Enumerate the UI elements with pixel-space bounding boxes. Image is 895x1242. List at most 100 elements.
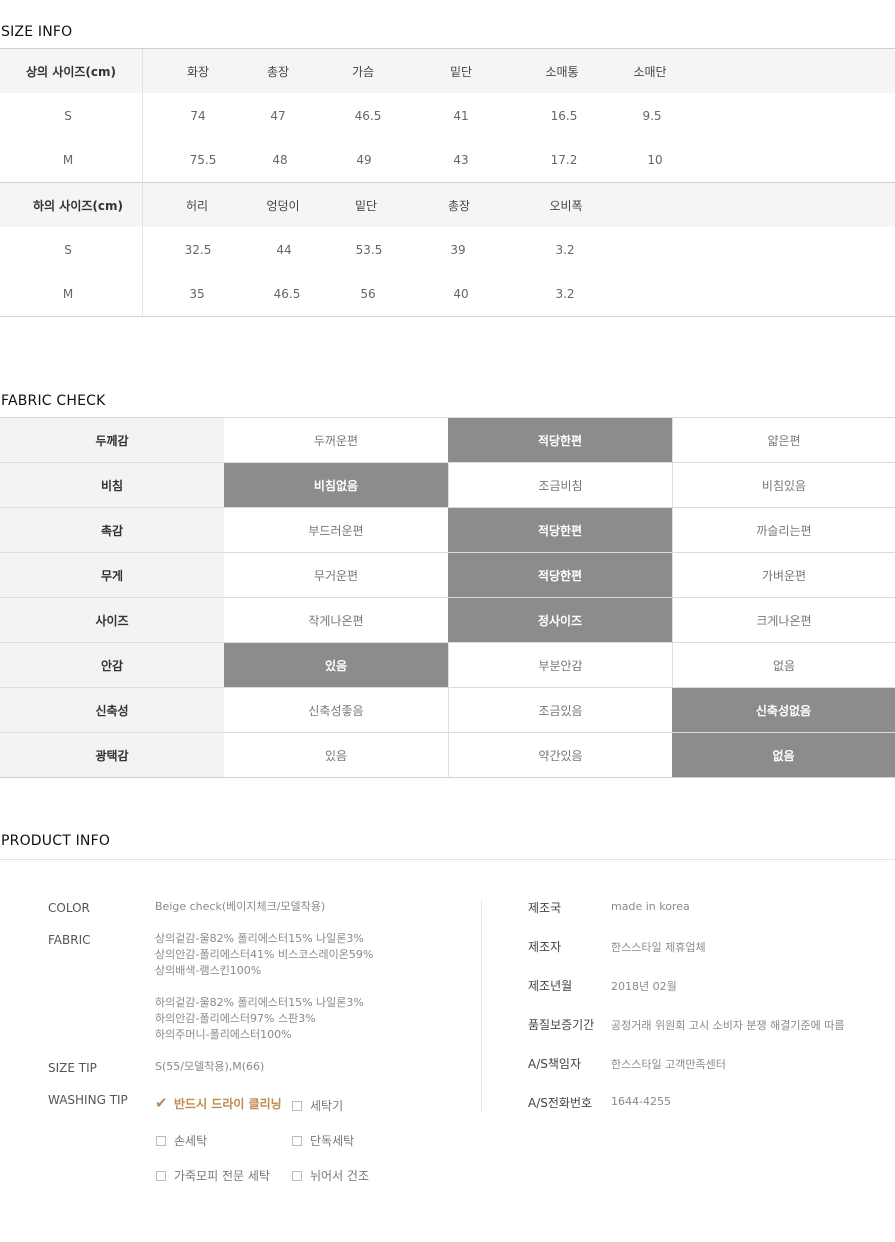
divider	[0, 316, 895, 317]
table-row: S 74 47 46.5 41 16.5 9.5	[0, 93, 895, 138]
fabric-row-label: 사이즈	[0, 598, 224, 642]
checkbox-icon	[292, 1100, 302, 1111]
warranty-value: 공정거래 위원회 고시 소비자 분쟁 해결기준에 따름	[611, 1019, 845, 1032]
fabric-line: 하의주머니-폴리에스터100%	[155, 1028, 292, 1041]
fabric-option: 있음	[324, 748, 348, 763]
column-header: 화장	[186, 64, 210, 79]
washing-option-label: 뉘어서 건조	[310, 1169, 370, 1183]
fabric-composition-top: 상의겉감-울82% 폴리에스터15% 나일론3% 상의안감-폴리에스터41% 비…	[155, 931, 373, 979]
fabric-row-label: 촉감	[0, 508, 224, 552]
fabric-option-selected: 적당한편	[448, 508, 672, 552]
washing-option-label: 반드시 드라이 클리닝	[174, 1096, 282, 1111]
fabric-option-selected: 비침없음	[224, 463, 448, 507]
product-info-title: PRODUCT INFO	[1, 833, 111, 849]
value-cell: 39	[450, 242, 466, 257]
fabric-row: 신축성 신축성좋음 조금있음 신축성없음	[0, 687, 895, 732]
washing-option-label: 단독세탁	[310, 1134, 355, 1148]
fabric-check-table: 두께감 두꺼운편 적당한편 얇은편 비침 비침없음 조금비침 비침있음 촉감 부드러운편 적당한편 까…	[0, 417, 895, 778]
fabric-option: 약간있음	[448, 733, 672, 777]
value-cell: 74	[190, 108, 206, 123]
fabric-row: 두께감 두꺼운편 적당한편 얇은편	[0, 417, 895, 462]
size-cell: S	[64, 108, 72, 123]
value-cell: 46.5	[354, 108, 382, 123]
fabric-option-selected: 적당한편	[448, 418, 672, 462]
manufacturer-value: 한스스타일 제휴업체	[611, 941, 706, 954]
value-cell: 47	[270, 108, 286, 123]
value-cell: 3.2	[555, 287, 575, 301]
check-mark-icon: ✔	[155, 1094, 168, 1112]
fabric-row: 사이즈 작게나온편 정사이즈 크게나온편	[0, 597, 895, 642]
fabric-option: 비침있음	[672, 463, 895, 507]
table-row: M 75.5 48 49 43 17.2 10	[0, 138, 895, 182]
checkbox-icon	[156, 1135, 166, 1146]
column-header: 밑단	[449, 64, 473, 79]
table-header-row: 하의 사이즈(cm) 허리 엉덩이 밑단 총장 오비폭	[0, 183, 895, 227]
fabric-row-label: 두께감	[0, 418, 224, 462]
washing-option-label: 가죽모피 전문 세탁	[174, 1169, 270, 1183]
manufacture-date-value: 2018년 02월	[611, 980, 677, 993]
column-divider	[142, 183, 143, 316]
fabric-option-selected: 정사이즈	[448, 598, 672, 642]
origin-value: made in korea	[611, 900, 690, 913]
column-header: 가슴	[351, 64, 375, 79]
fabric-option: 가벼운편	[672, 553, 895, 597]
color-label: COLOR	[48, 901, 90, 915]
origin-label: 제조국	[528, 901, 562, 915]
value-cell: 41	[453, 108, 469, 123]
washing-option-machine: 세탁기	[292, 1097, 343, 1114]
value-cell: 44	[276, 242, 292, 257]
fabric-line: 하의안감-폴리에스터97% 스판3%	[155, 1012, 316, 1025]
fabric-option: 얇은편	[672, 418, 895, 462]
manufacturer-label: 제조자	[528, 940, 562, 954]
column-header: 총장	[266, 64, 290, 79]
fabric-row: 안감 있음 부분안감 없음	[0, 642, 895, 687]
value-cell: 43	[453, 153, 469, 167]
table-header-row: 상의 사이즈(cm) 화장 총장 가슴 밑단 소매통 소매단	[0, 49, 895, 93]
value-cell: 32.5	[184, 242, 212, 257]
fabric-row: 촉감 부드러운편 적당한편 까슬리는편	[0, 507, 895, 552]
as-manager-value: 한스스타일 고객만족센터	[611, 1058, 726, 1071]
fabric-option: 두꺼운편	[313, 433, 359, 448]
fabric-option: 없음	[672, 643, 895, 687]
value-cell: 16.5	[550, 108, 578, 123]
top-size-label: 상의 사이즈(cm)	[26, 64, 116, 79]
bottom-size-label: 하의 사이즈(cm)	[33, 198, 123, 213]
size-cell: M	[62, 153, 74, 167]
column-header: 총장	[447, 198, 471, 213]
value-cell: 40	[453, 287, 469, 301]
value-cell: 9.5	[642, 108, 662, 123]
fabric-row: 광택감 있음 약간있음 없음	[0, 732, 895, 777]
fabric-option: 조금있음	[448, 688, 672, 732]
table-row: M 35 46.5 56 40 3.2	[0, 272, 895, 316]
fabric-option-selected: 없음	[672, 733, 895, 777]
washing-option-separate: 단독세탁	[292, 1132, 354, 1149]
column-divider	[142, 49, 143, 182]
color-value: Beige check(베이지체크/모델착용)	[155, 900, 326, 913]
fabric-option: 무거운편	[313, 568, 359, 583]
fabric-row: 비침 비침없음 조금비침 비침있음	[0, 462, 895, 507]
fabric-option: 조금비침	[448, 463, 672, 507]
value-cell: 56	[360, 287, 376, 301]
fabric-row-label: 광택감	[0, 733, 224, 777]
checkbox-icon	[292, 1170, 302, 1181]
divider	[0, 859, 895, 860]
divider	[0, 777, 895, 778]
size-cell: M	[62, 287, 74, 301]
column-header: 소매단	[633, 64, 667, 79]
washing-option-flat-dry: 뉘어서 건조	[292, 1167, 369, 1184]
fabric-composition-bottom: 하의겉감-울82% 폴리에스터15% 나일론3% 하의안감-폴리에스터97% 스…	[155, 995, 364, 1043]
value-cell: 35	[189, 287, 205, 301]
value-cell: 10	[647, 153, 663, 167]
column-divider	[481, 900, 482, 1112]
washing-option-dry-clean: ✔ 반드시 드라이 클리닝	[155, 1094, 282, 1112]
fabric-line: 상의배색-램스킨100%	[155, 964, 262, 977]
table-row: S 32.5 44 53.5 39 3.2	[0, 227, 895, 272]
size-cell: S	[64, 242, 72, 257]
fabric-row-label: 신축성	[0, 688, 224, 732]
fabric-row: 무게 무거운편 적당한편 가벼운편	[0, 552, 895, 597]
fabric-line: 상의겉감-울82% 폴리에스터15% 나일론3%	[155, 932, 364, 945]
washing-option-label: 세탁기	[310, 1099, 344, 1113]
fabric-check-title: FABRIC CHECK	[1, 393, 106, 409]
fabric-option-selected: 신축성없음	[672, 688, 895, 732]
value-cell: 48	[272, 153, 288, 167]
